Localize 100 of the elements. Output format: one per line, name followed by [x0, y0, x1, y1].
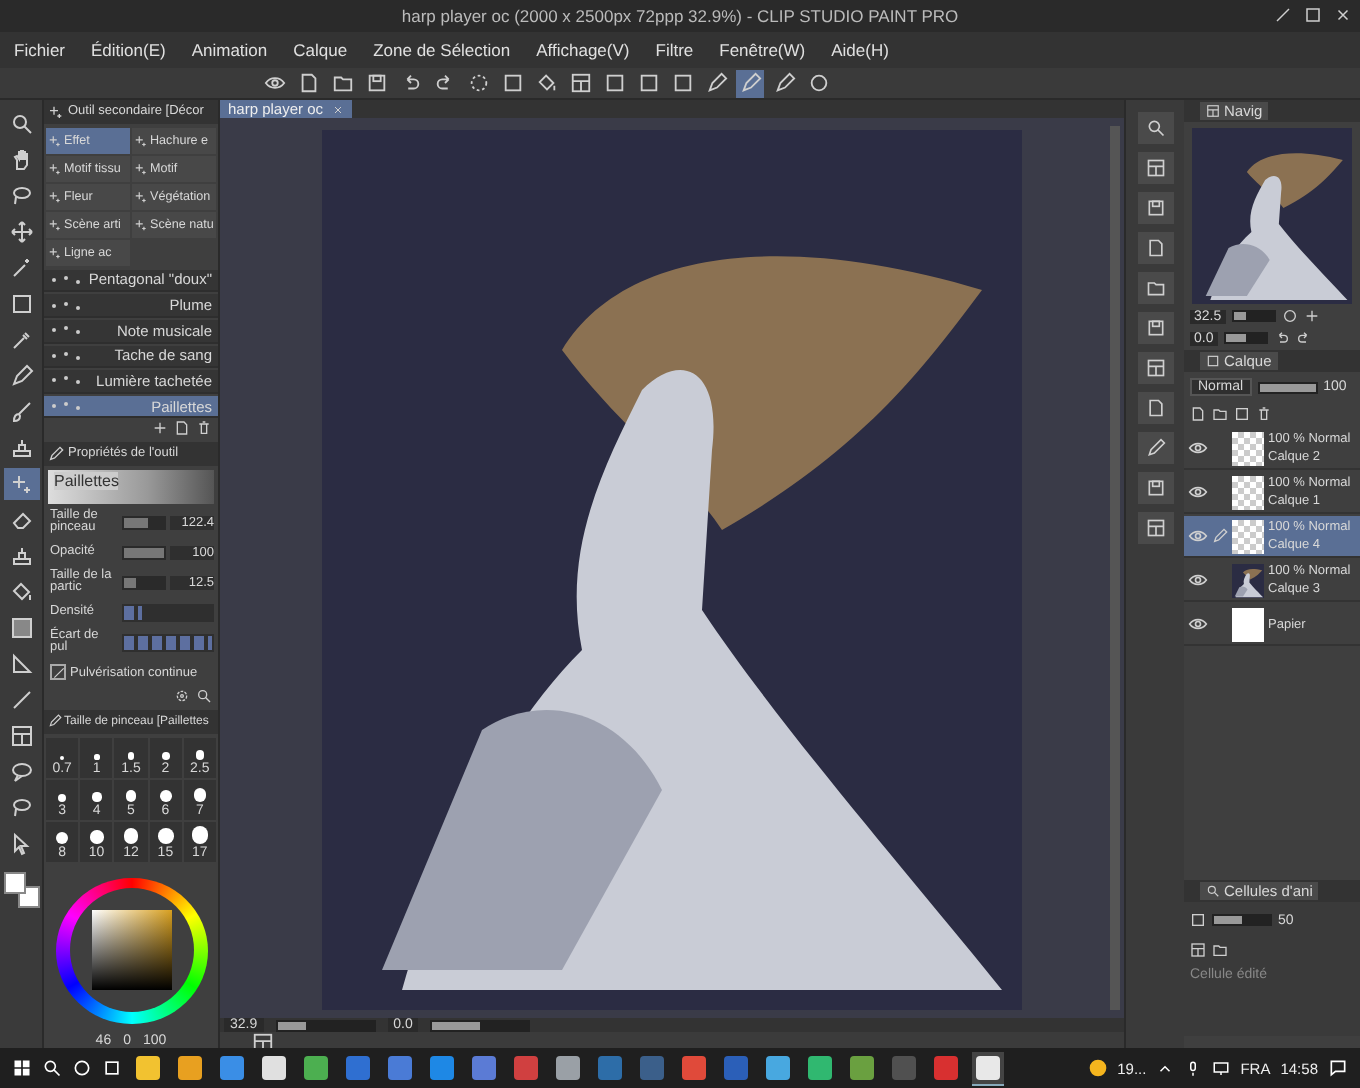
pen-icon [773, 72, 795, 94]
trash-icon[interactable] [1256, 406, 1272, 422]
layer-thumbnail [1232, 607, 1264, 641]
panel-button[interactable] [1137, 472, 1173, 504]
brush-size-dot [58, 793, 67, 801]
hand-icon [9, 148, 33, 172]
slider-track[interactable] [122, 575, 166, 590]
square-icon [9, 292, 33, 316]
panel-button[interactable] [1137, 312, 1173, 344]
circle-icon[interactable] [1281, 308, 1298, 324]
opacity-slider[interactable] [1212, 914, 1272, 926]
search-icon[interactable] [196, 688, 212, 705]
folder-icon[interactable] [1212, 406, 1228, 422]
slider-track[interactable] [122, 515, 166, 530]
panel-button[interactable] [1137, 192, 1173, 224]
windows-logo-icon[interactable] [12, 1058, 32, 1078]
task-view-icon[interactable] [102, 1058, 122, 1078]
pencil-icon [48, 714, 62, 729]
eye-icon[interactable] [1188, 614, 1208, 634]
brush-size-dot [161, 751, 170, 759]
new-file-icon[interactable] [1190, 406, 1206, 422]
triangle-icon [9, 652, 33, 676]
frame-icon[interactable] [1190, 942, 1206, 958]
stamp-icon [9, 436, 33, 460]
eye-icon[interactable] [1188, 438, 1208, 458]
sparkle-icon [48, 133, 62, 148]
zoom-slider[interactable] [275, 1019, 376, 1031]
sparkle-icon [134, 217, 148, 232]
search-icon [9, 112, 33, 136]
panel-button[interactable] [1137, 512, 1173, 544]
brush-stroke-preview [50, 273, 86, 286]
gear-icon[interactable] [174, 688, 190, 705]
trash-icon[interactable] [196, 420, 212, 437]
speech-bubble-icon [9, 760, 33, 784]
square-icon[interactable] [1304, 6, 1322, 24]
menu-item[interactable]: Aide(H) [831, 40, 889, 60]
new-file-icon [1145, 238, 1165, 258]
toolbar-button[interactable] [566, 69, 594, 97]
close-icon[interactable] [1334, 6, 1352, 24]
panel-button[interactable] [1137, 432, 1173, 464]
menu-item[interactable]: Calque [293, 40, 348, 60]
sparkle-icon [134, 133, 148, 148]
square-icon [637, 72, 659, 94]
square-icon[interactable] [1234, 406, 1250, 422]
plus-icon[interactable] [1303, 308, 1320, 324]
menu-item[interactable]: Affichage(V) [536, 40, 630, 60]
redo-icon [433, 72, 455, 94]
panel-button[interactable] [1137, 392, 1173, 424]
sun-icon[interactable] [1087, 1058, 1108, 1078]
panel-button[interactable] [1137, 152, 1173, 184]
monitor-icon[interactable] [1212, 1059, 1231, 1077]
app-icon[interactable] [976, 1055, 1000, 1079]
sparkle-icon [48, 189, 62, 204]
menu-item[interactable]: Zone de Sélection [373, 40, 511, 60]
panel-button[interactable] [1137, 272, 1173, 304]
menu-item[interactable]: Édition(E) [91, 40, 166, 60]
menu-item[interactable]: Fenêtre(W) [719, 40, 806, 60]
toolbar-button[interactable] [736, 69, 764, 97]
menu-item[interactable]: Animation [191, 40, 268, 60]
brush-size-dot [56, 831, 69, 843]
checkbox[interactable] [50, 664, 66, 681]
search-icon[interactable] [42, 1058, 62, 1078]
square-icon [603, 72, 625, 94]
panel-button[interactable] [1137, 232, 1173, 264]
plus-icon[interactable] [152, 420, 168, 437]
undo-icon[interactable] [1273, 330, 1290, 346]
line-icon[interactable] [1274, 6, 1292, 24]
zoom-slider[interactable] [1231, 310, 1276, 322]
new-file-icon[interactable] [174, 420, 190, 437]
notification-icon[interactable] [1328, 1058, 1348, 1078]
layer-thumbnail [1232, 431, 1264, 465]
brush-size-dot [89, 829, 104, 843]
eye-icon[interactable] [1188, 482, 1208, 502]
sparkle-icon [134, 189, 148, 204]
eye-icon[interactable] [1188, 570, 1208, 590]
redo-icon[interactable] [1295, 330, 1312, 346]
menu-item[interactable]: Fichier [14, 40, 66, 60]
frame-icon [569, 72, 591, 94]
scrollbar[interactable] [1110, 126, 1120, 1010]
toolbar-button[interactable] [770, 69, 798, 97]
pen-icon [9, 364, 33, 388]
panel-button[interactable] [1137, 352, 1173, 384]
dashed-circle-icon [467, 72, 489, 94]
brush-size-dot [125, 790, 137, 801]
rotation-slider[interactable] [430, 1019, 531, 1031]
frame-icon [1206, 104, 1220, 118]
tool-button[interactable] [3, 468, 39, 500]
eye-icon[interactable] [1188, 526, 1208, 546]
step-meter[interactable] [122, 603, 214, 622]
rotation-slider[interactable] [1223, 332, 1268, 344]
panel-button[interactable] [1137, 112, 1173, 144]
brush-stroke-preview [50, 299, 86, 312]
main-color-swatch[interactable] [3, 872, 25, 894]
toolbar-button[interactable] [702, 69, 730, 97]
folder-icon[interactable] [1212, 942, 1228, 958]
sparkle-icon [134, 161, 148, 176]
brush-size-dot [195, 750, 205, 759]
square-icon[interactable] [1190, 912, 1206, 928]
menu-item[interactable]: Filtre [655, 40, 694, 60]
color-square[interactable] [91, 910, 171, 991]
